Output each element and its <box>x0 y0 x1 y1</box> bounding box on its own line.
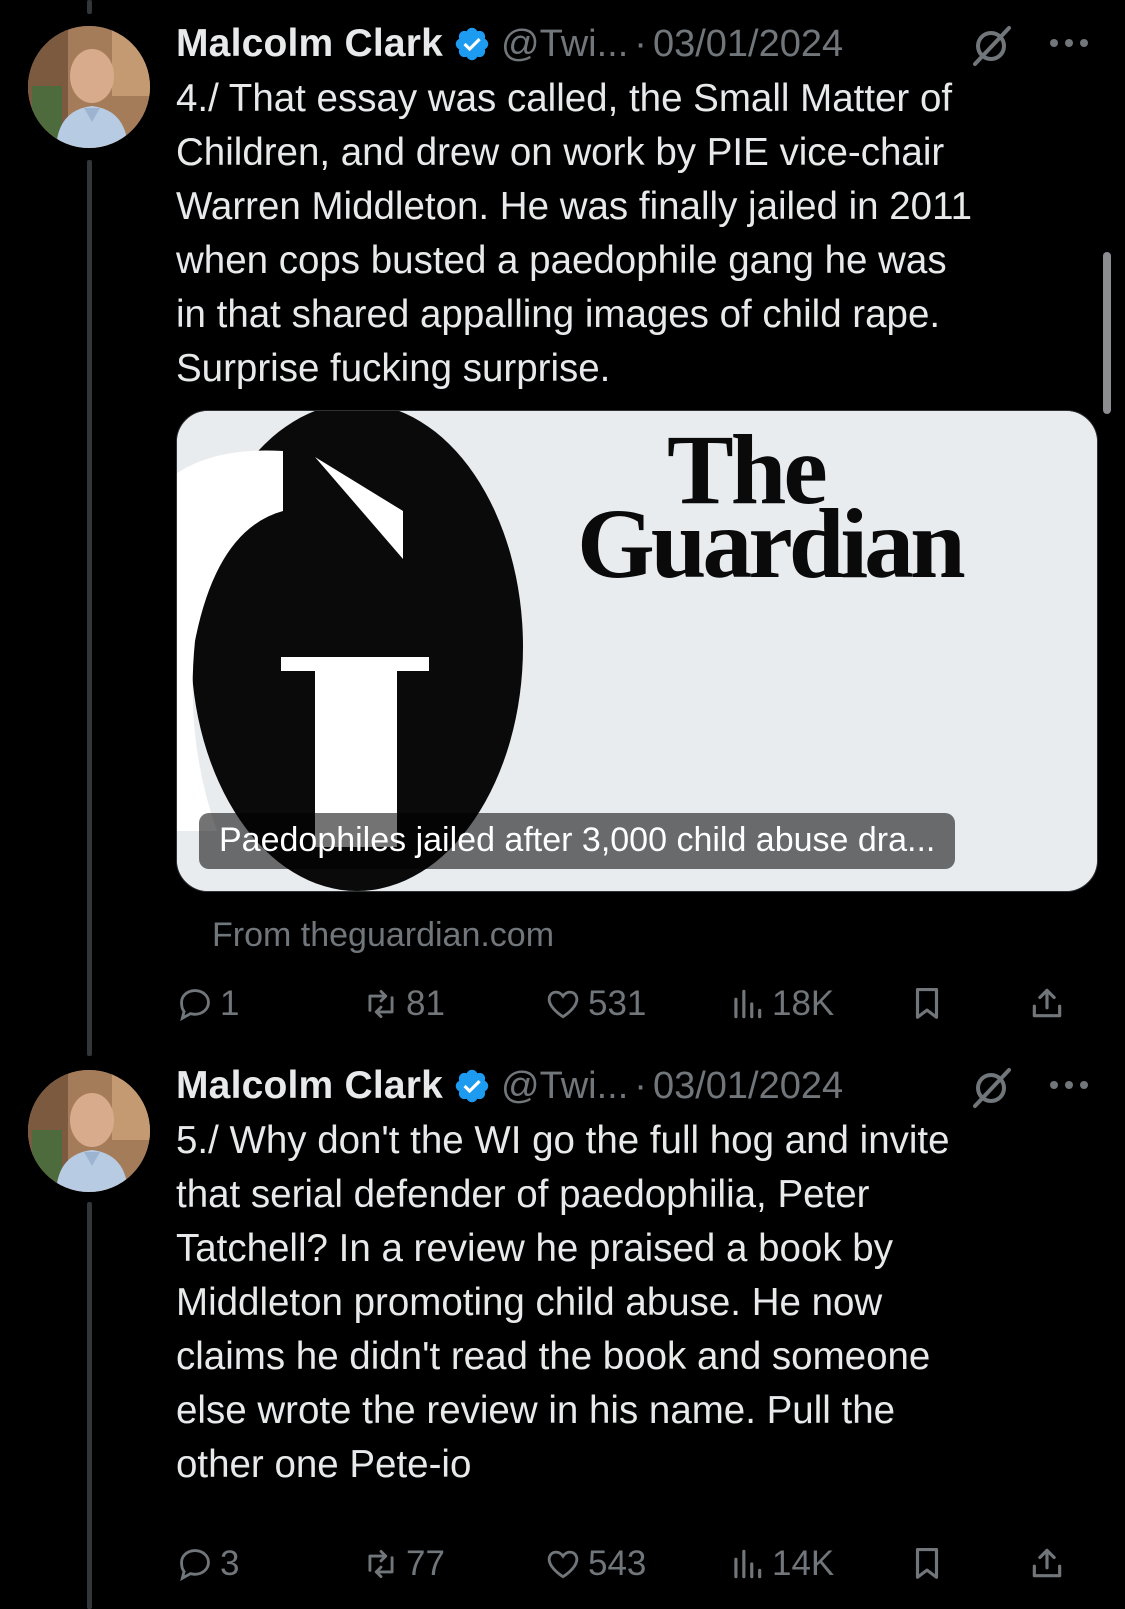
header-separator: · <box>634 1064 647 1107</box>
tweet-actions: 3 77 543 14K <box>176 1544 1096 1594</box>
tweet-text: 4./ That essay was called, the Small Mat… <box>176 77 973 390</box>
grok-icon[interactable] <box>969 1066 1013 1110</box>
tweet-actions: 1 81 531 18K <box>176 984 1096 1034</box>
avatar[interactable] <box>28 26 150 148</box>
repost-count: 77 <box>406 1544 445 1583</box>
bookmark-button[interactable] <box>908 984 952 1022</box>
share-icon <box>1032 1548 1062 1578</box>
share-button[interactable] <box>1028 1544 1072 1582</box>
more-options-icon[interactable] <box>1047 1070 1091 1100</box>
card-source[interactable]: From theguardian.com <box>212 916 554 955</box>
thread-line-middle <box>87 160 92 1056</box>
reply-count: 3 <box>220 1544 240 1583</box>
views-button[interactable]: 14K <box>728 1544 834 1584</box>
like-button[interactable]: 543 <box>544 1544 646 1584</box>
heart-icon <box>547 990 579 1019</box>
avatar[interactable] <box>28 1070 150 1192</box>
author-handle[interactable]: @Twi... <box>501 23 628 66</box>
view-count: 14K <box>772 1544 835 1583</box>
thread-line-top <box>87 0 92 14</box>
views-icon <box>734 989 762 1019</box>
repost-count: 81 <box>406 984 445 1023</box>
thread-line-bottom <box>87 1202 92 1609</box>
views-icon <box>734 1549 762 1579</box>
grok-icon[interactable] <box>969 24 1013 68</box>
repost-icon <box>368 989 394 1019</box>
like-count: 543 <box>588 1544 647 1583</box>
share-button[interactable] <box>1028 984 1072 1022</box>
reply-button[interactable]: 1 <box>176 984 239 1024</box>
logo-line2: Guardian <box>577 488 965 599</box>
bookmark-button[interactable] <box>908 1544 952 1582</box>
share-icon <box>1032 988 1062 1018</box>
header-separator: · <box>634 22 647 65</box>
tweet-text: 5./ Why don't the WI go the full hog and… <box>176 1119 950 1486</box>
verified-badge-icon <box>455 27 489 61</box>
reply-icon <box>180 989 210 1022</box>
scrollbar[interactable] <box>1103 252 1111 414</box>
tweet-date[interactable]: 03/01/2024 <box>653 23 843 66</box>
reply-count: 1 <box>220 984 240 1023</box>
heart-icon <box>547 1550 579 1579</box>
more-options-icon[interactable] <box>1047 28 1091 58</box>
author-name[interactable]: Malcolm Clark <box>176 1064 443 1108</box>
tweet-header: Malcolm Clark @Twi... · 03/01/2024 <box>176 1060 1095 1112</box>
card-headline: Paedophiles jailed after 3,000 child abu… <box>199 813 956 869</box>
view-count: 18K <box>772 984 835 1023</box>
views-button[interactable]: 18K <box>728 984 834 1024</box>
repost-button[interactable]: 81 <box>362 984 445 1024</box>
tweet-header: Malcolm Clark @Twi... · 03/01/2024 <box>176 18 1095 70</box>
repost-button[interactable]: 77 <box>362 1544 445 1584</box>
like-button[interactable]: 531 <box>544 984 646 1024</box>
reply-button[interactable]: 3 <box>176 1544 239 1584</box>
verified-badge-icon <box>455 1069 489 1103</box>
author-name[interactable]: Malcolm Clark <box>176 22 443 66</box>
tweet-date[interactable]: 03/01/2024 <box>653 1065 843 1108</box>
reply-icon <box>180 1549 210 1582</box>
like-count: 531 <box>588 984 647 1023</box>
author-handle[interactable]: @Twi... <box>501 1065 628 1108</box>
link-card[interactable]: The Guardian Paedophiles jailed after 3,… <box>176 410 1098 892</box>
bookmark-icon <box>915 1547 939 1579</box>
repost-icon <box>368 1549 394 1579</box>
bookmark-icon <box>915 987 939 1019</box>
